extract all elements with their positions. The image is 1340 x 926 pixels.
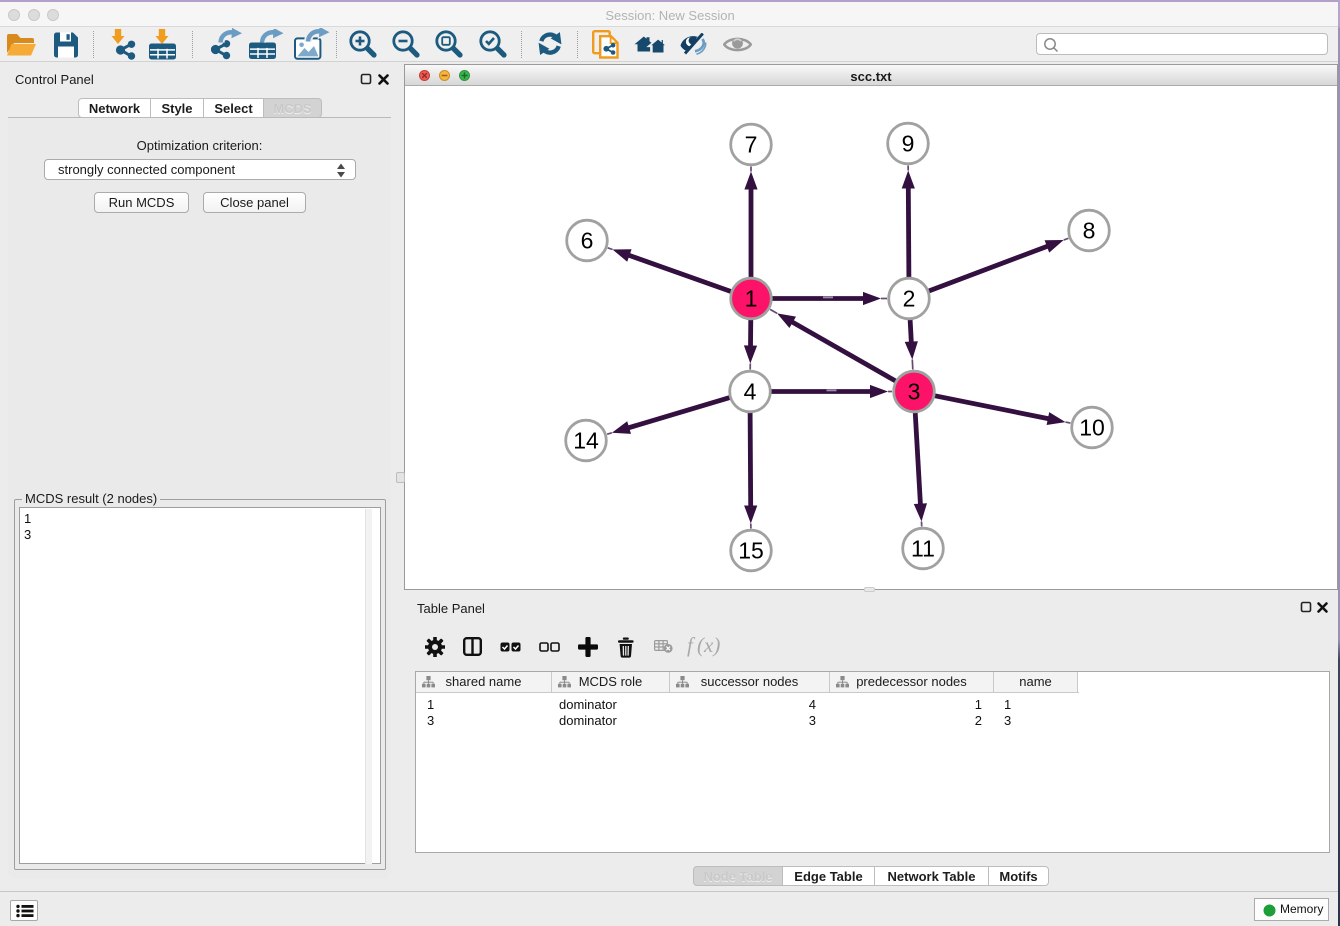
svg-text:14: 14 — [573, 428, 599, 454]
svg-text:3: 3 — [908, 379, 921, 405]
svg-text:9: 9 — [902, 131, 915, 157]
svg-text:6: 6 — [581, 228, 594, 254]
svg-text:10: 10 — [1079, 415, 1105, 441]
svg-text:11: 11 — [911, 536, 935, 562]
svg-text:7: 7 — [745, 132, 758, 158]
svg-text:2: 2 — [903, 286, 916, 312]
svg-text:8: 8 — [1083, 218, 1096, 244]
svg-text:1: 1 — [745, 286, 758, 312]
svg-text:15: 15 — [738, 538, 764, 564]
svg-text:4: 4 — [744, 379, 757, 405]
